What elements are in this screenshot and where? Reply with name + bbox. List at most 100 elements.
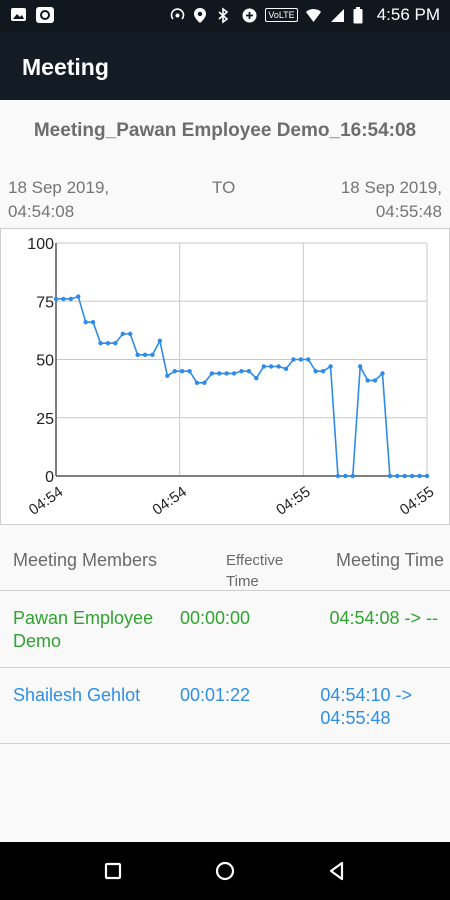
header-effective-time: Effective Time xyxy=(226,550,283,592)
record-icon xyxy=(35,6,54,23)
member-effective-time: 00:01:22 xyxy=(180,685,251,705)
data-point xyxy=(283,366,289,372)
data-point xyxy=(246,368,252,374)
data-point xyxy=(298,357,304,362)
data-point xyxy=(231,371,237,376)
data-point xyxy=(83,320,88,325)
end-datetime: 18 Sep 2019, 04:55:48 xyxy=(341,176,442,224)
member-meeting-time: 04:54:08 -> -- xyxy=(329,607,438,630)
data-point xyxy=(395,473,400,479)
member-name: Pawan Employee Demo xyxy=(13,607,178,653)
data-point xyxy=(105,340,111,346)
data-point xyxy=(135,352,140,358)
data-point xyxy=(424,473,430,479)
chart-svg: 025507510004:54 04:54 04:55 04:55 xyxy=(0,228,450,525)
y-tick-label: 0 xyxy=(45,469,54,486)
data-point xyxy=(128,331,133,337)
y-tick-label: 75 xyxy=(36,294,54,311)
start-datetime: 18 Sep 2019, 04:54:08 xyxy=(8,176,109,224)
data-point xyxy=(372,378,378,383)
data-point xyxy=(150,352,155,358)
recents-square-icon[interactable] xyxy=(98,856,128,886)
data-point xyxy=(157,338,163,344)
data-point xyxy=(343,473,348,479)
member-name: Shailesh Gehlot xyxy=(13,684,178,707)
header-members: Meeting Members xyxy=(13,550,158,570)
home-circle-icon[interactable] xyxy=(210,856,240,886)
data-point xyxy=(254,375,259,381)
member-row[interactable]: Pawan Employee Demo 00:00:00 04:54:08 ->… xyxy=(0,591,450,668)
data-point xyxy=(224,371,229,376)
data-point xyxy=(61,296,66,302)
end-date: 18 Sep 2019, xyxy=(340,178,442,197)
end-time: 04:55:48 xyxy=(375,202,442,221)
data-point xyxy=(209,371,215,376)
data-point xyxy=(328,364,333,369)
data-point xyxy=(217,371,222,376)
member-meeting-time: 04:54:10 -> 04:55:48 xyxy=(320,684,412,730)
data-point xyxy=(276,364,281,369)
data-point xyxy=(320,368,326,374)
data-point xyxy=(113,340,118,346)
data-point xyxy=(194,380,200,385)
member-row[interactable]: Shailesh Gehlot 00:01:22 04:54:10 -> 04:… xyxy=(0,668,450,744)
system-nav-bar xyxy=(0,842,450,900)
y-tick-label: 25 xyxy=(36,411,54,428)
location-icon xyxy=(193,7,210,24)
data-point xyxy=(172,368,177,374)
data-point xyxy=(187,368,192,374)
app-bar: Meeting xyxy=(0,32,450,100)
header-effective-line2: Time xyxy=(226,573,259,590)
image-icon xyxy=(10,6,27,23)
data-point xyxy=(313,368,318,374)
data-point xyxy=(358,364,363,369)
header-effective-line1: Effective xyxy=(226,552,284,569)
signal-icon xyxy=(329,7,346,24)
data-point xyxy=(291,357,296,362)
volte-icon: VoLTE xyxy=(265,8,298,22)
data-point xyxy=(120,331,125,337)
data-point xyxy=(90,320,96,325)
data-point xyxy=(417,473,422,479)
attention-chart[interactable]: 0 25 50 75 100 04:54 04:54 04:55 04:55 xyxy=(0,228,450,528)
member-name-line1: Shailesh Gehlot xyxy=(13,685,141,705)
date-range: 18 Sep 2019, 04:54:08 TO 18 Sep 2019, 04… xyxy=(0,176,450,224)
data-point xyxy=(239,368,244,374)
data-point xyxy=(261,364,266,369)
header-meeting-time: Meeting Time xyxy=(335,550,444,570)
data-point xyxy=(179,368,185,374)
data-point xyxy=(165,373,170,379)
data-point xyxy=(409,473,415,479)
data-point xyxy=(380,371,385,376)
data-point xyxy=(350,473,355,479)
data-point xyxy=(268,364,274,369)
data-point xyxy=(365,378,370,383)
page-title: Meeting xyxy=(22,54,109,80)
status-bar: VoLTE 4:56 PM xyxy=(0,0,450,32)
data-saver-icon xyxy=(241,7,258,24)
member-effective-time: 00:00:00 xyxy=(180,608,251,628)
members-table-header: Meeting Members Effective Time Meeting T… xyxy=(0,548,450,591)
start-date: 18 Sep 2019, xyxy=(8,178,110,197)
data-point xyxy=(202,380,207,385)
back-triangle-icon[interactable] xyxy=(322,856,352,886)
data-point xyxy=(98,340,103,346)
start-time: 04:54:08 xyxy=(8,202,75,221)
data-point xyxy=(335,473,341,479)
data-point xyxy=(306,357,311,362)
status-time: 4:56 PM xyxy=(376,5,440,24)
member-name-line2: Demo xyxy=(13,631,62,651)
data-point xyxy=(402,473,407,479)
battery-icon xyxy=(353,6,370,24)
data-point xyxy=(76,294,81,299)
meeting-title: Meeting_Pawan Employee Demo_16:54:08 xyxy=(33,120,417,141)
member-name-line1: Pawan Employee xyxy=(13,608,154,628)
data-point xyxy=(387,473,393,479)
wifi-icon xyxy=(305,7,322,24)
member-time-line2: 04:55:48 xyxy=(320,708,391,728)
member-time-line1: 04:54:10 -> xyxy=(320,685,412,705)
range-separator: TO xyxy=(212,178,236,197)
data-point xyxy=(68,296,74,302)
y-tick-label: 100 xyxy=(27,236,54,253)
y-tick-label: 50 xyxy=(36,353,54,370)
